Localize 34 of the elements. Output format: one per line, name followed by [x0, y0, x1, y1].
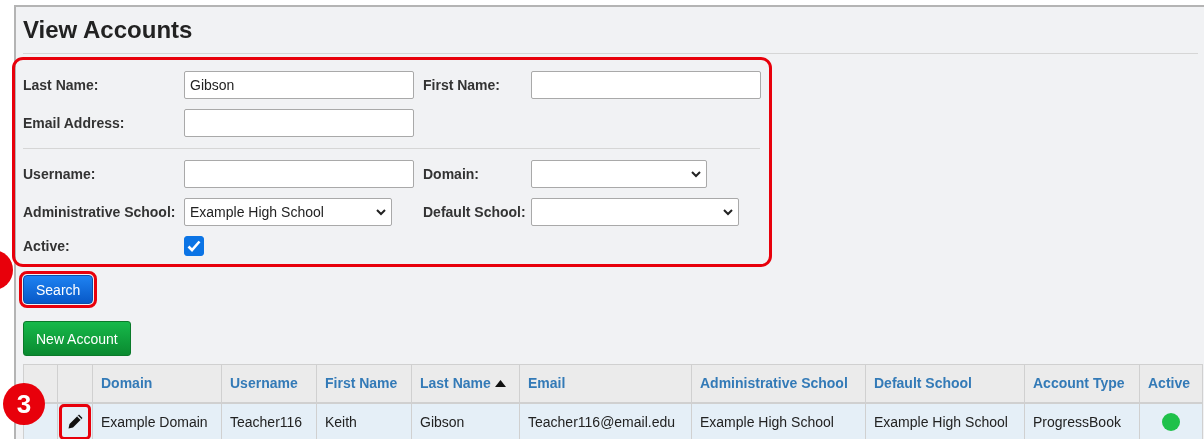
chevron-down-icon	[723, 208, 733, 216]
field-label: Email Address:	[23, 115, 126, 131]
column-header[interactable]: Email	[528, 375, 566, 392]
field-label: Active:	[23, 237, 71, 254]
dropdown-field[interactable]: Example High School	[184, 198, 392, 226]
new-account-button[interactable]: New Account	[23, 321, 131, 356]
field-label: Administrative School:	[23, 204, 177, 220]
field-label: Last Name:	[23, 77, 100, 93]
table-cell: Gibson	[420, 413, 465, 430]
text-field[interactable]	[184, 160, 414, 188]
text-field[interactable]	[531, 71, 761, 99]
text-field[interactable]: Gibson	[184, 71, 414, 99]
page-title: View Accounts	[23, 16, 193, 44]
field-label: First Name:	[423, 77, 502, 93]
chevron-down-icon	[376, 208, 386, 216]
table-cell: Example High School	[874, 413, 1008, 430]
text-field[interactable]	[184, 109, 414, 137]
table-cell: Example Domain	[101, 413, 208, 430]
table-cell: Teacher116	[230, 413, 303, 430]
dropdown-field[interactable]	[531, 198, 739, 226]
field-label: Domain:	[423, 166, 480, 182]
callout-badge: 3	[3, 383, 45, 425]
table-cell: Example High School	[700, 413, 834, 430]
field-label: Username:	[23, 166, 97, 182]
field-label: Default School:	[423, 204, 527, 220]
table-cell: Keith	[325, 413, 357, 430]
table-cell: ProgressBook	[1033, 413, 1121, 430]
dropdown-field[interactable]	[531, 160, 707, 188]
edit-button[interactable]	[59, 403, 91, 439]
chevron-down-icon	[691, 170, 701, 178]
active-checkbox[interactable]	[184, 235, 204, 256]
pencil-icon	[66, 413, 84, 431]
column-header[interactable]: Domain	[101, 375, 153, 392]
table-cell: Teacher116@email.edu	[528, 413, 676, 430]
